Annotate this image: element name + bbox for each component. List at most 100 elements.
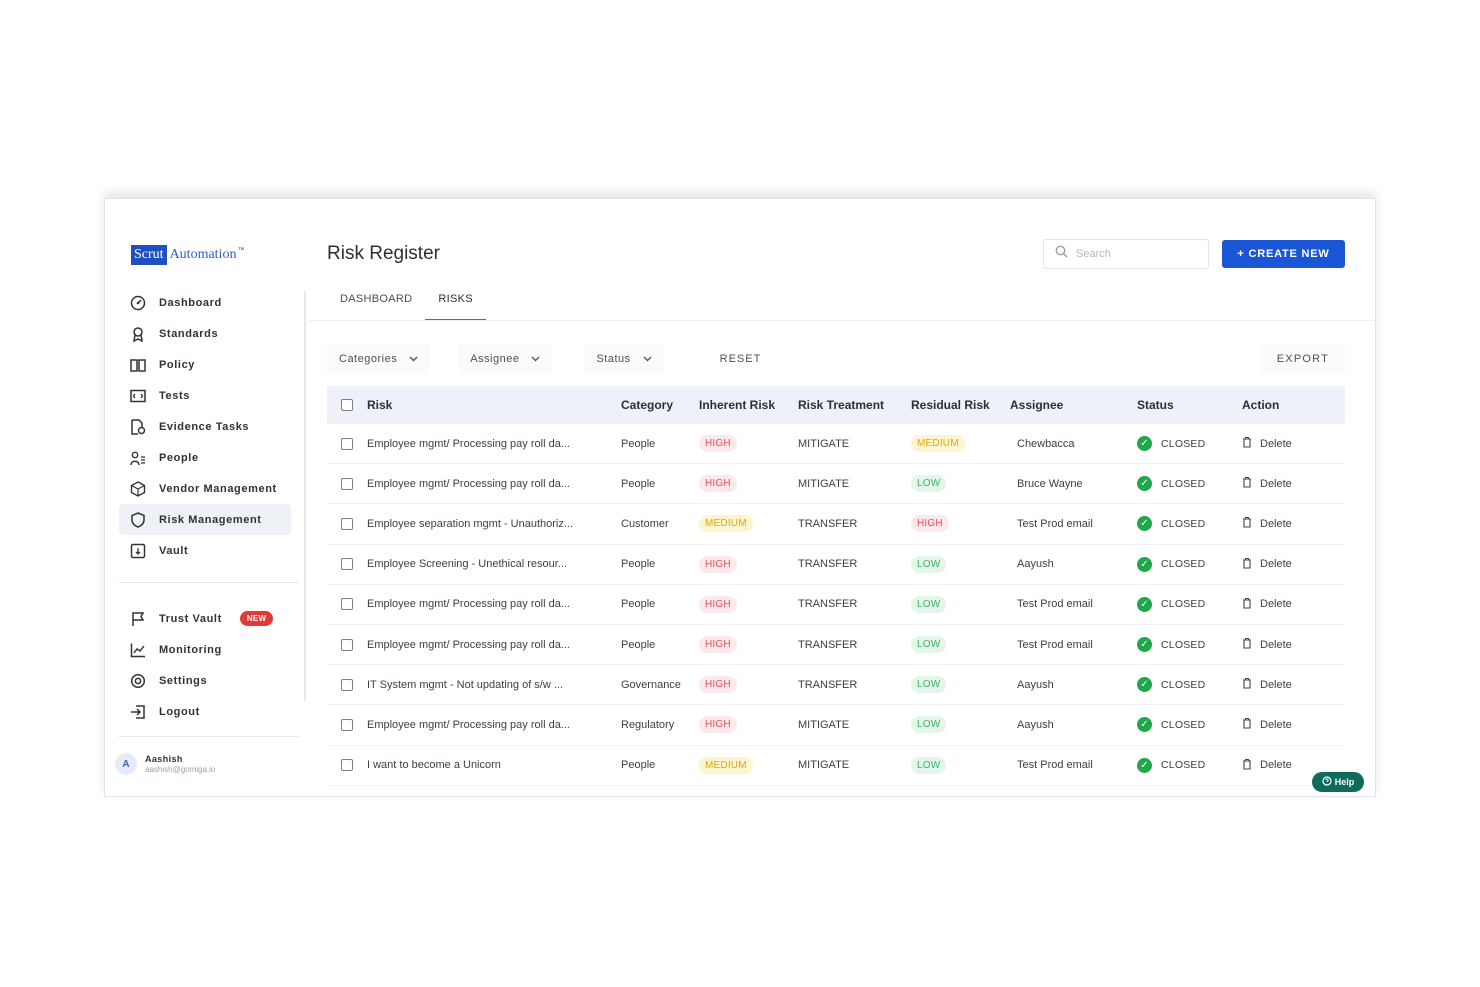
table-row[interactable]: Employee mgmt/ Processing pay roll da...… — [327, 625, 1345, 666]
row-select-cell — [327, 437, 367, 450]
tab-risks[interactable]: RISKS — [425, 291, 486, 321]
category-cell: People — [621, 437, 656, 450]
table-row[interactable]: Employee mgmt/ Processing pay roll da...… — [327, 705, 1345, 746]
tabs-divider — [309, 320, 1375, 321]
risk-cell[interactable]: Employee mgmt/ Processing pay roll da... — [367, 598, 621, 610]
check-circle-icon: ✓ — [1137, 516, 1152, 532]
risk-cell[interactable]: IT System mgmt - Not updating of s/w ... — [367, 679, 621, 691]
inherent-risk-cell: MEDIUM — [699, 515, 798, 533]
help-button[interactable]: Help — [1312, 772, 1364, 792]
status-text: CLOSED — [1161, 678, 1206, 691]
delete-button[interactable]: Delete — [1242, 436, 1345, 451]
sidebar-item-monitoring[interactable]: Monitoring — [119, 634, 291, 665]
delete-button[interactable]: Delete — [1242, 557, 1345, 572]
status-text: CLOSED — [1161, 437, 1206, 450]
risk-cell[interactable]: Employee Screening - Unethical resour... — [367, 558, 621, 570]
sidebar-item-evidence-tasks[interactable]: Evidence Tasks — [119, 411, 291, 442]
risk-cell[interactable]: Employee mgmt/ Processing pay roll da... — [367, 438, 621, 450]
reset-button[interactable]: RESET — [720, 353, 762, 365]
row-checkbox[interactable] — [341, 718, 353, 731]
assignee-filter[interactable]: Assignee — [458, 344, 553, 374]
sidebar-scrollbar[interactable] — [304, 291, 306, 701]
residual-risk-badge: LOW — [911, 636, 947, 654]
header-category[interactable]: Category — [621, 398, 699, 412]
logo-box-text: Scrut — [131, 245, 167, 265]
sidebar-item-logout[interactable]: Logout — [119, 696, 291, 727]
sidebar-item-people[interactable]: People — [119, 442, 291, 473]
delete-button[interactable]: Delete — [1242, 717, 1345, 732]
header-residual-risk[interactable]: Residual Risk — [911, 398, 1010, 412]
trash-icon — [1242, 436, 1260, 451]
row-checkbox[interactable] — [341, 598, 353, 611]
search-icon — [1055, 245, 1068, 263]
header-status[interactable]: Status — [1137, 398, 1242, 412]
row-checkbox[interactable] — [341, 477, 353, 490]
sidebar-item-dashboard[interactable]: Dashboard — [119, 287, 291, 318]
create-new-button[interactable]: + CREATE NEW — [1222, 240, 1345, 268]
select-all-checkbox[interactable] — [341, 399, 353, 411]
action-cell: Delete — [1242, 516, 1345, 531]
trash-icon — [1242, 476, 1260, 491]
risk-cell[interactable]: Employee separation mgmt - Unauthoriz... — [367, 518, 621, 530]
row-checkbox[interactable] — [341, 558, 353, 571]
categories-filter[interactable]: Categories — [327, 344, 431, 374]
sidebar-item-label: Vendor Management — [159, 482, 277, 495]
table-row[interactable]: Employee mgmt/ Processing pay roll da...… — [327, 424, 1345, 465]
delete-button[interactable]: Delete — [1242, 476, 1345, 491]
row-checkbox[interactable] — [341, 759, 353, 772]
export-button[interactable]: EXPORT — [1260, 344, 1345, 374]
risk-treatment-cell: TRANSFER — [798, 517, 858, 530]
assignee-cell: Test Prod email — [1017, 598, 1093, 611]
table-row[interactable]: IT System mgmt - Not updating of s/w ...… — [327, 665, 1345, 706]
trash-icon — [1242, 677, 1260, 692]
table-row[interactable]: Employee mgmt/ Processing pay roll da...… — [327, 464, 1345, 505]
search-input[interactable] — [1076, 248, 1196, 260]
sidebar-item-policy[interactable]: Policy — [119, 349, 291, 380]
sidebar-item-standards[interactable]: Standards — [119, 318, 291, 349]
header-risk[interactable]: Risk — [367, 398, 621, 412]
sidebar-item-tests[interactable]: Tests — [119, 380, 291, 411]
sidebar-item-trust-vault[interactable]: Trust Vault NEW — [119, 603, 291, 634]
delete-button[interactable]: Delete — [1242, 597, 1345, 612]
status-cell: ✓ CLOSED — [1137, 436, 1242, 452]
risk-cell[interactable]: Employee mgmt/ Processing pay roll da... — [367, 719, 621, 731]
header-assignee[interactable]: Assignee — [1010, 398, 1137, 412]
table-row[interactable]: Employee separation mgmt - Unauthoriz...… — [327, 504, 1345, 545]
delete-button[interactable]: Delete — [1242, 677, 1345, 692]
status-filter[interactable]: Status — [584, 344, 664, 374]
table-row[interactable]: Employee mgmt/ Processing pay roll da...… — [327, 585, 1345, 625]
logo-text: Automation — [169, 247, 237, 262]
trash-icon — [1242, 637, 1260, 652]
sidebar-item-vault[interactable]: Vault — [119, 535, 291, 566]
header-risk-treatment[interactable]: Risk Treatment — [798, 398, 911, 412]
tab-dashboard[interactable]: DASHBOARD — [327, 291, 425, 321]
delete-button[interactable]: Delete — [1242, 516, 1345, 531]
search-box[interactable] — [1043, 239, 1209, 269]
header-inherent-risk[interactable]: Inherent Risk — [699, 398, 798, 412]
primary-nav: Dashboard Standards Policy Tests Evidenc… — [119, 287, 291, 566]
brand-logo[interactable]: Scrut Automation ™ — [131, 245, 244, 265]
risk-cell[interactable]: I want to become a Unicorn — [367, 759, 621, 771]
sidebar-item-risk-management[interactable]: Risk Management — [119, 504, 291, 535]
action-cell: Delete — [1242, 476, 1345, 491]
table-row[interactable]: I want to become a Unicorn People MEDIUM MI… — [327, 746, 1345, 786]
row-checkbox[interactable] — [341, 517, 353, 530]
sidebar-item-vendor-management[interactable]: Vendor Management — [119, 473, 291, 504]
risk-cell[interactable]: Employee mgmt/ Processing pay roll da... — [367, 639, 621, 651]
check-circle-icon: ✓ — [1137, 436, 1152, 452]
risk-cell[interactable]: Employee mgmt/ Processing pay roll da... — [367, 478, 621, 490]
user-profile[interactable]: A Aashish aashish@gomiga.io — [115, 753, 215, 775]
row-checkbox[interactable] — [341, 437, 353, 450]
delete-button[interactable]: Delete — [1242, 758, 1345, 773]
main-content: Risk Register + CREATE NEW DASHBOARD RIS… — [309, 199, 1375, 796]
status-cell: ✓ CLOSED — [1137, 556, 1242, 572]
delete-label: Delete — [1260, 477, 1292, 490]
assignee-cell: Test Prod email — [1017, 759, 1093, 772]
row-checkbox[interactable] — [341, 638, 353, 651]
inherent-risk-badge: HIGH — [699, 716, 737, 734]
sidebar-item-settings[interactable]: Settings — [119, 665, 291, 696]
table-row[interactable]: Employee Screening - Unethical resour...… — [327, 545, 1345, 585]
delete-button[interactable]: Delete — [1242, 637, 1345, 652]
status-cell: ✓ CLOSED — [1137, 516, 1242, 532]
row-checkbox[interactable] — [341, 678, 353, 691]
